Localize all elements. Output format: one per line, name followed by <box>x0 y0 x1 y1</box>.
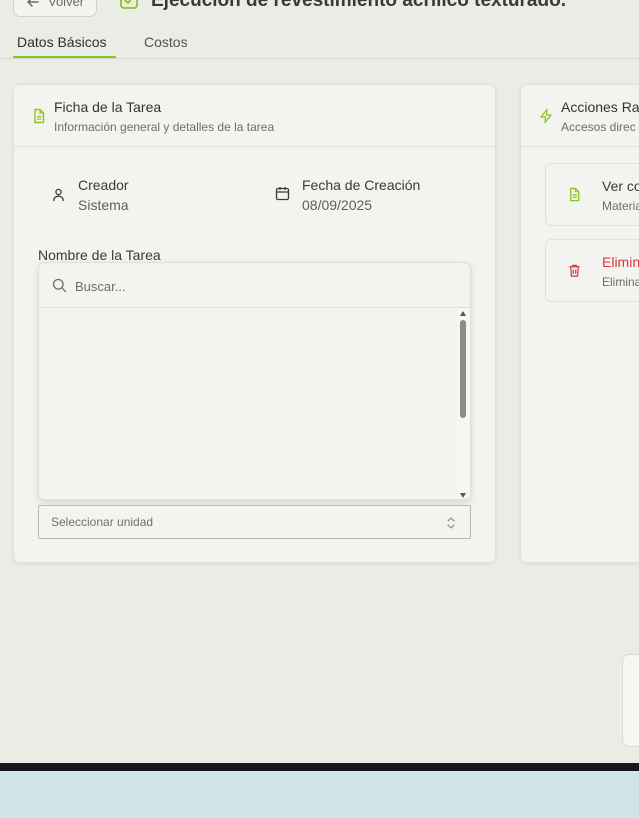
creator-value: Sistema <box>78 197 129 213</box>
scroll-thumb[interactable] <box>460 320 466 418</box>
arrow-left-icon <box>27 0 39 7</box>
back-label: Volver <box>48 0 85 9</box>
app-window: Volver Ejecución de revestimiento acríli… <box>0 0 639 763</box>
scroll-down-arrow-icon[interactable] <box>460 493 466 498</box>
page-title: Ejecución de revestimiento acrílico text… <box>151 0 566 11</box>
lightning-icon <box>540 108 552 124</box>
task-name-label: Nombre de la Tarea <box>38 247 161 263</box>
task-card-title: Ficha de la Tarea <box>54 99 162 115</box>
unit-select[interactable]: Seleccionar unidad <box>38 505 471 539</box>
quick-actions-title: Acciones Ra <box>561 99 639 115</box>
action-view-title: Ver co <box>602 178 639 194</box>
document-icon <box>34 108 45 124</box>
back-button[interactable]: Volver <box>13 0 98 17</box>
trash-icon <box>569 264 580 277</box>
quick-actions-header: Acciones Ra Accesos direc <box>521 85 639 147</box>
action-delete[interactable]: Elimin Elimina <box>545 239 639 302</box>
tab-costos[interactable]: Costos <box>144 34 188 50</box>
creator-label: Creador <box>78 177 129 193</box>
tab-bar: Datos Básicos Costos <box>0 28 639 59</box>
task-card-subtitle: Información general y detalles de la tar… <box>54 120 275 134</box>
dropdown-search-row <box>39 263 470 308</box>
floating-panel-edge[interactable] <box>622 654 639 747</box>
calendar-icon <box>275 187 290 201</box>
unit-select-placeholder: Seleccionar unidad <box>51 515 154 529</box>
scroll-up-arrow-icon[interactable] <box>460 311 466 316</box>
action-view-materials[interactable]: Ver co Materia <box>545 163 639 226</box>
action-view-subtitle: Materia <box>602 199 639 213</box>
window-bottom-border <box>0 763 639 771</box>
dropdown-scrollbar[interactable] <box>457 308 470 499</box>
active-tab-indicator <box>13 56 116 58</box>
task-card: Ficha de la Tarea Información general y … <box>13 84 496 563</box>
search-input[interactable] <box>75 276 455 296</box>
created-date-value: 08/09/2025 <box>302 197 373 213</box>
task-name-dropdown <box>38 262 471 500</box>
task-card-header: Ficha de la Tarea Información general y … <box>14 85 495 147</box>
quick-actions-subtitle: Accesos direc <box>561 120 636 134</box>
action-delete-subtitle: Elimina <box>602 275 639 289</box>
checkbox-check-icon <box>120 0 138 9</box>
created-date-label: Fecha de Creación <box>302 177 421 193</box>
quick-actions-card: Acciones Ra Accesos direc Ver co Materia… <box>520 84 639 563</box>
document-icon <box>570 187 580 202</box>
search-icon <box>52 278 67 293</box>
desktop-background <box>0 771 639 818</box>
user-icon <box>53 188 64 202</box>
chevron-up-down-icon <box>447 517 455 529</box>
action-delete-title: Elimin <box>602 254 639 270</box>
tab-datos-basicos[interactable]: Datos Básicos <box>17 34 106 50</box>
